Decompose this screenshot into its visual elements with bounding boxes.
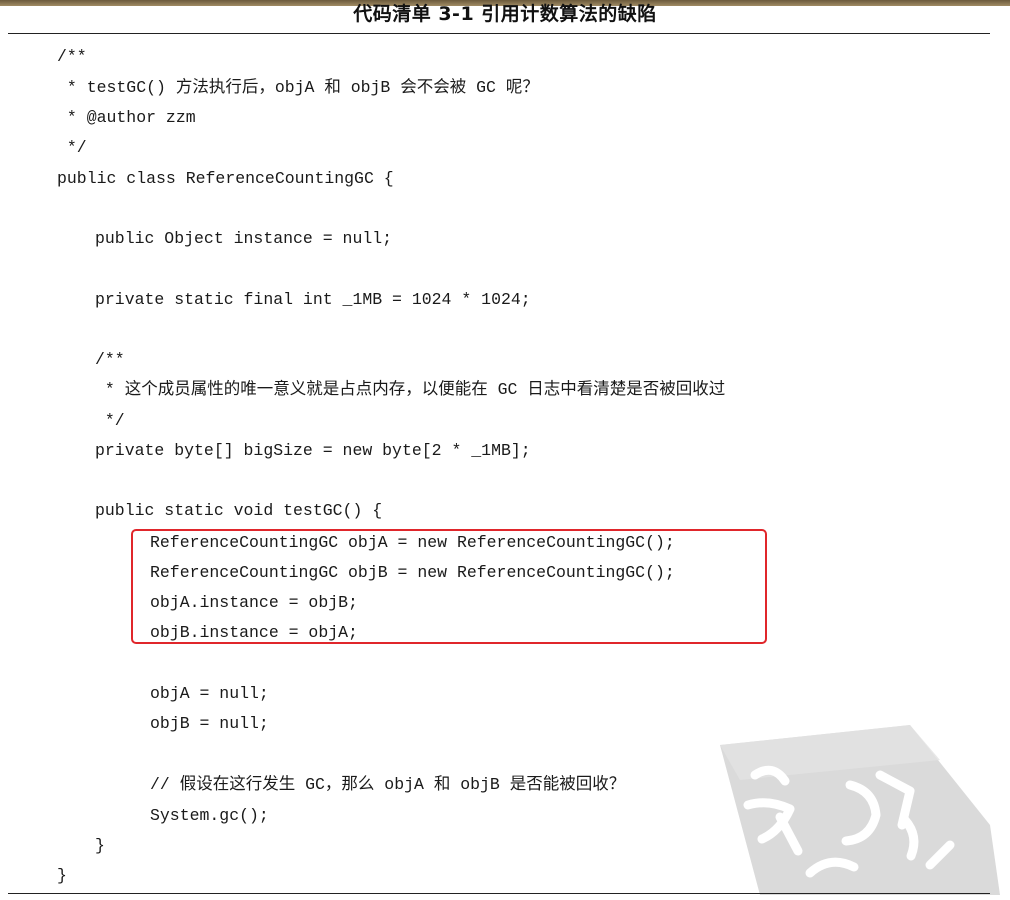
code-line-class-declaration: public class ReferenceCountingGC { — [57, 169, 394, 188]
code-line-method-close: } — [95, 836, 105, 855]
code-line-doc-description: * testGC() 方法执行后，objA 和 objB 会不会被 GC 呢？ — [57, 78, 539, 97]
seal-watermark — [700, 705, 1000, 895]
code-line-field-doc-description: * 这个成员属性的唯一意义就是占点内存，以便能在 GC 日志中看清楚是否被回收过 — [95, 380, 726, 399]
code-line-field-doc-close: */ — [95, 411, 125, 430]
code-line-field-doc-open: /** — [95, 350, 125, 369]
code-line-testgc-method: public static void testGC() { — [95, 501, 383, 520]
code-line-1mb-constant: private static final int _1MB = 1024 * 1… — [95, 290, 531, 309]
code-line-class-close: } — [57, 866, 67, 885]
code-line-bigsize-field: private byte[] bigSize = new byte[2 * _1… — [95, 441, 531, 460]
code-line-instance-field: public Object instance = null; — [95, 229, 393, 248]
highlight-box — [131, 529, 767, 644]
code-line-doc-author: * @author zzm — [57, 108, 196, 127]
code-line-gc-comment: // 假设在这行发生 GC，那么 objA 和 objB 是否能被回收？ — [150, 775, 626, 794]
code-line-doc-open: /** — [57, 47, 87, 66]
code-line-doc-close: */ — [57, 138, 87, 157]
code-line-system-gc: System.gc(); — [150, 806, 269, 825]
code-line-objb-null: objB = null; — [150, 714, 269, 733]
code-line-obja-null: objA = null; — [150, 684, 269, 703]
bottom-rule — [8, 893, 990, 894]
